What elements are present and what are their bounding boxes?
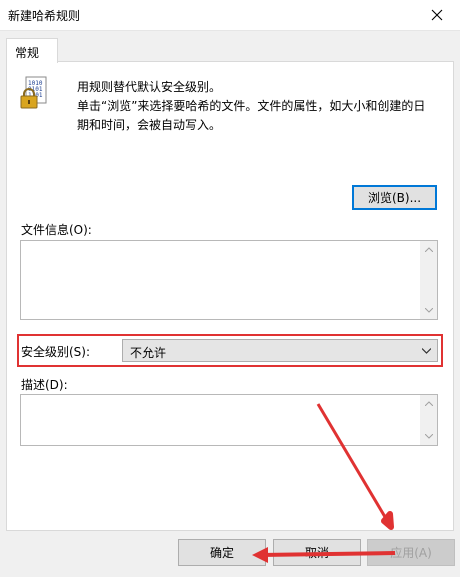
file-info-scrollbar[interactable] (420, 241, 437, 319)
apply-button[interactable]: 应用(A) (367, 539, 455, 566)
security-level-select[interactable]: 不允许 (122, 339, 438, 362)
info-line-1: 用规则替代默认安全级别。 (77, 80, 222, 94)
browse-button[interactable]: 浏览(B)... (352, 185, 437, 210)
scroll-up-icon[interactable] (425, 401, 433, 406)
security-level-value: 不允许 (130, 346, 167, 360)
description-scrollbar[interactable] (420, 395, 437, 445)
ok-button[interactable]: 确定 (178, 539, 266, 566)
close-button[interactable] (414, 0, 460, 30)
security-level-label: 安全级别(S): (21, 345, 91, 359)
general-panel: 1010 0101 1101 用规则替代默认安全级别。 单击“浏览”来选择要哈希… (6, 61, 454, 531)
description-field[interactable] (20, 394, 438, 446)
scroll-down-icon[interactable] (425, 434, 433, 439)
file-info-label: 文件信息(O): (21, 223, 92, 237)
info-line-2: 单击“浏览”来选择要哈希的文件。文件的属性，如大小和创建的日期和时间，会被自动写… (77, 99, 426, 132)
description-label: 描述(D): (21, 378, 68, 392)
title-bar: 新建哈希规则 (0, 0, 460, 31)
tab-general-label: 常规 (15, 46, 40, 60)
file-info-field[interactable] (20, 240, 438, 320)
close-icon (431, 9, 443, 21)
scroll-down-icon[interactable] (425, 308, 433, 313)
tab-general[interactable]: 常规 (6, 38, 58, 63)
window-title: 新建哈希规则 (8, 9, 81, 23)
chevron-down-icon (422, 348, 431, 354)
scroll-up-icon[interactable] (425, 247, 433, 252)
binary-document-lock-icon: 1010 0101 1101 (20, 76, 47, 109)
cancel-button[interactable]: 取消 (273, 539, 361, 566)
